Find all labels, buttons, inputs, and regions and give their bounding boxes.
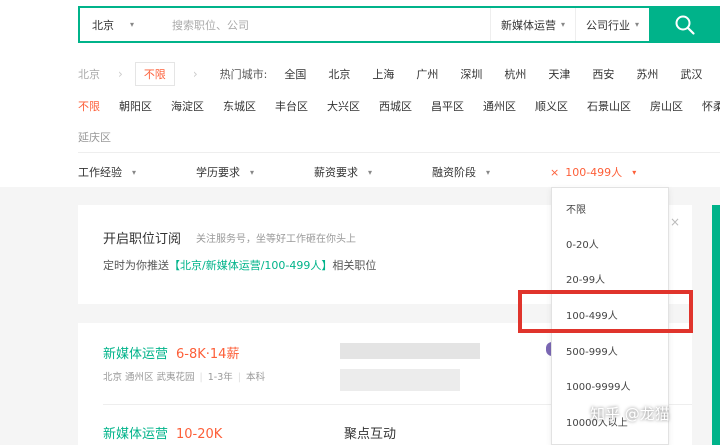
city-select[interactable]: 北京 ▾ <box>80 17 152 33</box>
chevron-down-icon: ▾ <box>632 167 637 177</box>
district-item[interactable]: 丰台区 <box>275 98 308 114</box>
search-bar: 北京 ▾ 搜索职位、公司 新媒体运营 ▾ 公司行业 ▾ <box>78 6 720 43</box>
job-education: 本科 <box>245 372 265 383</box>
district-row-2: 延庆区 <box>78 129 111 145</box>
hot-city[interactable]: 广州 <box>416 66 438 82</box>
watermark: 知乎 @龙猫 <box>590 405 670 423</box>
blurred-company-name <box>340 343 480 359</box>
search-input[interactable]: 搜索职位、公司 <box>152 8 490 41</box>
district-item[interactable]: 怀柔 <box>702 98 720 114</box>
chevron-down-icon: ▾ <box>486 167 491 177</box>
filter-label: 融资阶段 <box>432 166 476 179</box>
job-location: 北京 通州区 武夷花园 <box>103 372 195 383</box>
hot-city[interactable]: 西安 <box>592 66 614 82</box>
size-option[interactable]: 0-20人 <box>566 236 599 251</box>
job-salary: 10-20K <box>176 427 223 442</box>
side-banner <box>712 205 720 445</box>
filter-salary[interactable]: 薪资要求 ▾ <box>314 164 432 180</box>
close-icon[interactable]: × <box>670 215 680 229</box>
hot-city[interactable]: 武汉 <box>680 66 702 82</box>
size-option[interactable]: 500-999人 <box>566 343 618 358</box>
district-item[interactable]: 海淀区 <box>171 98 204 114</box>
chevron-down-icon: ▾ <box>560 20 565 29</box>
district-item[interactable]: 东城区 <box>223 98 256 114</box>
subscribe-keywords[interactable]: 【北京/新媒体运营/100-499人】 <box>169 259 332 272</box>
size-option[interactable]: 1000-9999人 <box>566 378 631 393</box>
location-unlimited[interactable]: 不限 <box>134 62 175 86</box>
district-row: 不限 朝阳区 海淀区 东城区 丰台区 大兴区 西城区 昌平区 通州区 顺义区 石… <box>78 98 720 114</box>
job-salary: 6-8K·14薪 <box>176 347 240 362</box>
district-item[interactable]: 延庆区 <box>78 129 111 145</box>
job-title[interactable]: 新媒体运营 <box>103 347 168 362</box>
filter-funding[interactable]: 融资阶段 ▾ <box>432 164 550 180</box>
filter-bar: 工作经验 ▾ 学历要求 ▾ 薪资要求 ▾ 融资阶段 ▾ × 100-499人 ▾ <box>78 164 636 180</box>
filter-experience[interactable]: 工作经验 ▾ <box>78 164 196 180</box>
chevron-down-icon: ▾ <box>130 20 135 29</box>
job-item[interactable]: 新媒体运营 10-20K <box>103 423 222 442</box>
district-item[interactable]: 顺义区 <box>535 98 568 114</box>
hot-city[interactable]: 北京 <box>328 66 350 82</box>
current-city[interactable]: 北京 <box>78 66 100 82</box>
job-meta: 北京 通州区 武夷花园 | 1-3年 | 本科 <box>103 372 265 383</box>
chevron-right-icon: › <box>118 67 123 81</box>
chevron-down-icon: ▾ <box>634 20 639 29</box>
clear-filter-icon[interactable]: × <box>550 166 559 179</box>
city-select-label: 北京 <box>92 18 114 32</box>
category-select[interactable]: 新媒体运营 ▾ <box>489 8 575 41</box>
hot-cities-label: 热门城市: <box>219 68 268 81</box>
hot-city[interactable]: 全国 <box>284 66 306 82</box>
job-experience: 1-3年 <box>207 372 233 383</box>
filter-education[interactable]: 学历要求 ▾ <box>196 164 314 180</box>
filter-label: 薪资要求 <box>314 166 358 179</box>
hot-city[interactable]: 天津 <box>548 66 570 82</box>
filter-label: 工作经验 <box>78 166 122 179</box>
filter-company-size[interactable]: × 100-499人 ▾ <box>550 164 636 180</box>
category-select-label: 新媒体运营 <box>500 18 556 32</box>
filter-label: 学历要求 <box>196 166 240 179</box>
location-row: 北京 › 不限 › 热门城市: 全国 北京 上海 广州 深圳 杭州 天津 西安 … <box>78 62 713 86</box>
district-item[interactable]: 房山区 <box>650 98 683 114</box>
size-option[interactable]: 不限 <box>566 201 586 216</box>
district-item[interactable]: 通州区 <box>483 98 516 114</box>
district-item[interactable]: 大兴区 <box>327 98 360 114</box>
company-name[interactable]: 聚点互动 <box>344 423 396 442</box>
hot-city[interactable]: 杭州 <box>504 66 526 82</box>
chevron-right-icon: › <box>192 67 198 81</box>
job-title[interactable]: 新媒体运营 <box>103 427 168 442</box>
subscribe-suffix: 相关职位 <box>332 259 377 272</box>
chevron-down-icon: ▾ <box>368 167 373 177</box>
blurred-company-info <box>340 369 460 391</box>
filter-label: 100-499人 <box>565 166 623 179</box>
district-item[interactable]: 石景山区 <box>587 98 631 114</box>
industry-select[interactable]: 公司行业 ▾ <box>574 8 649 41</box>
hot-city[interactable]: 上海 <box>372 66 394 82</box>
chevron-down-icon: ▾ <box>132 167 137 177</box>
industry-select-label: 公司行业 <box>585 18 630 32</box>
subscribe-line: 定时为你推送【北京/新媒体运营/100-499人】相关职位 <box>103 257 376 273</box>
district-item[interactable]: 朝阳区 <box>119 98 152 114</box>
annotation-highlight-box <box>518 290 693 333</box>
subscribe-prefix: 定时为你推送 <box>103 259 169 272</box>
size-option[interactable]: 20-99人 <box>566 271 605 286</box>
district-item[interactable]: 昌平区 <box>431 98 464 114</box>
hot-city[interactable]: 苏州 <box>636 66 658 82</box>
subscribe-hint: 关注服务号，坐等好工作砸在你头上 <box>196 234 356 245</box>
search-button[interactable] <box>649 6 720 43</box>
search-icon <box>675 15 695 35</box>
divider <box>78 152 720 153</box>
hot-city[interactable]: 深圳 <box>460 66 482 82</box>
district-item[interactable]: 西城区 <box>379 98 412 114</box>
chevron-down-icon: ▾ <box>250 167 255 177</box>
job-item[interactable]: 新媒体运营 6-8K·14薪 <box>103 343 239 362</box>
district-item[interactable]: 不限 <box>78 98 100 114</box>
subscribe-title: 开启职位订阅 <box>103 232 182 247</box>
